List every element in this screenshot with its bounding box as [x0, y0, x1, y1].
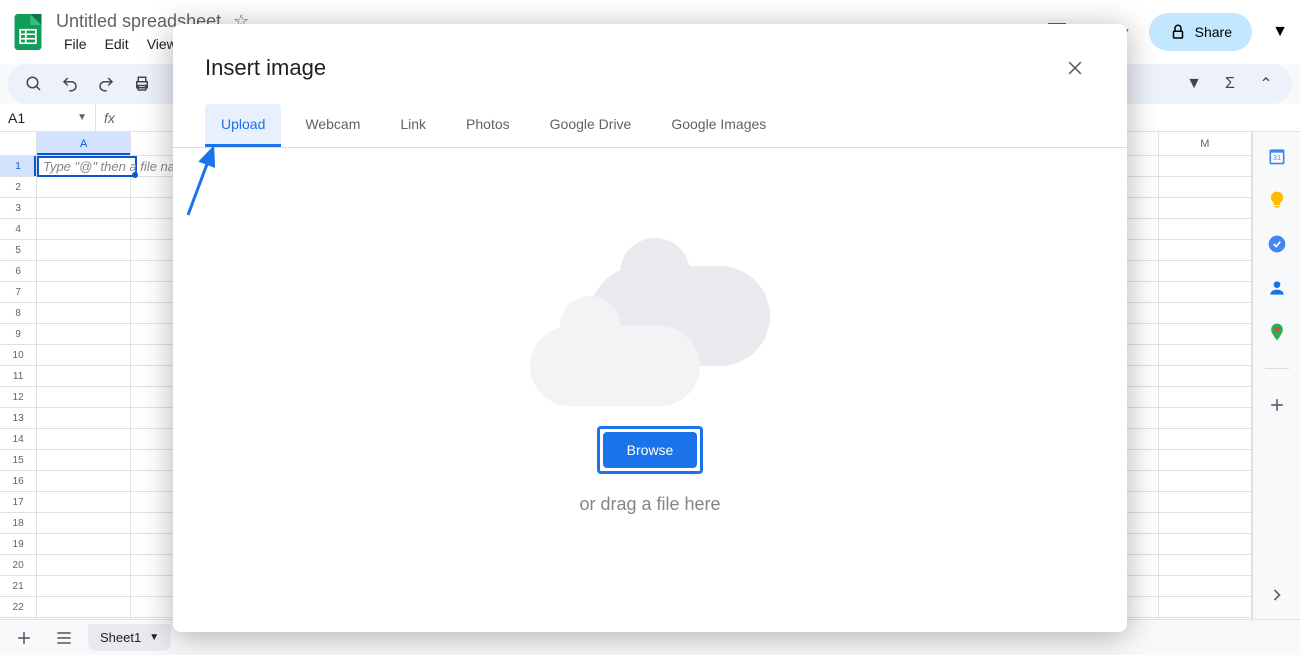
- modal-header: Insert image: [173, 24, 1127, 104]
- tab-upload[interactable]: Upload: [205, 104, 281, 147]
- tab-google-images[interactable]: Google Images: [655, 104, 782, 147]
- close-button[interactable]: [1055, 48, 1095, 88]
- tab-link[interactable]: Link: [384, 104, 442, 147]
- insert-image-modal: Insert image Upload Webcam Link Photos G…: [173, 24, 1127, 632]
- modal-overlay: Insert image Upload Webcam Link Photos G…: [0, 0, 1300, 655]
- browse-button[interactable]: Browse: [603, 432, 698, 468]
- modal-body[interactable]: Browse or drag a file here: [173, 148, 1127, 632]
- modal-tabs: Upload Webcam Link Photos Google Drive G…: [173, 104, 1127, 148]
- tab-google-drive[interactable]: Google Drive: [534, 104, 648, 147]
- cloud-illustration: [530, 266, 770, 406]
- close-icon: [1065, 58, 1085, 78]
- drag-text: or drag a file here: [579, 494, 720, 515]
- browse-button-highlight: Browse: [597, 426, 704, 474]
- tab-photos[interactable]: Photos: [450, 104, 526, 147]
- tab-webcam[interactable]: Webcam: [289, 104, 376, 147]
- modal-title: Insert image: [205, 55, 326, 81]
